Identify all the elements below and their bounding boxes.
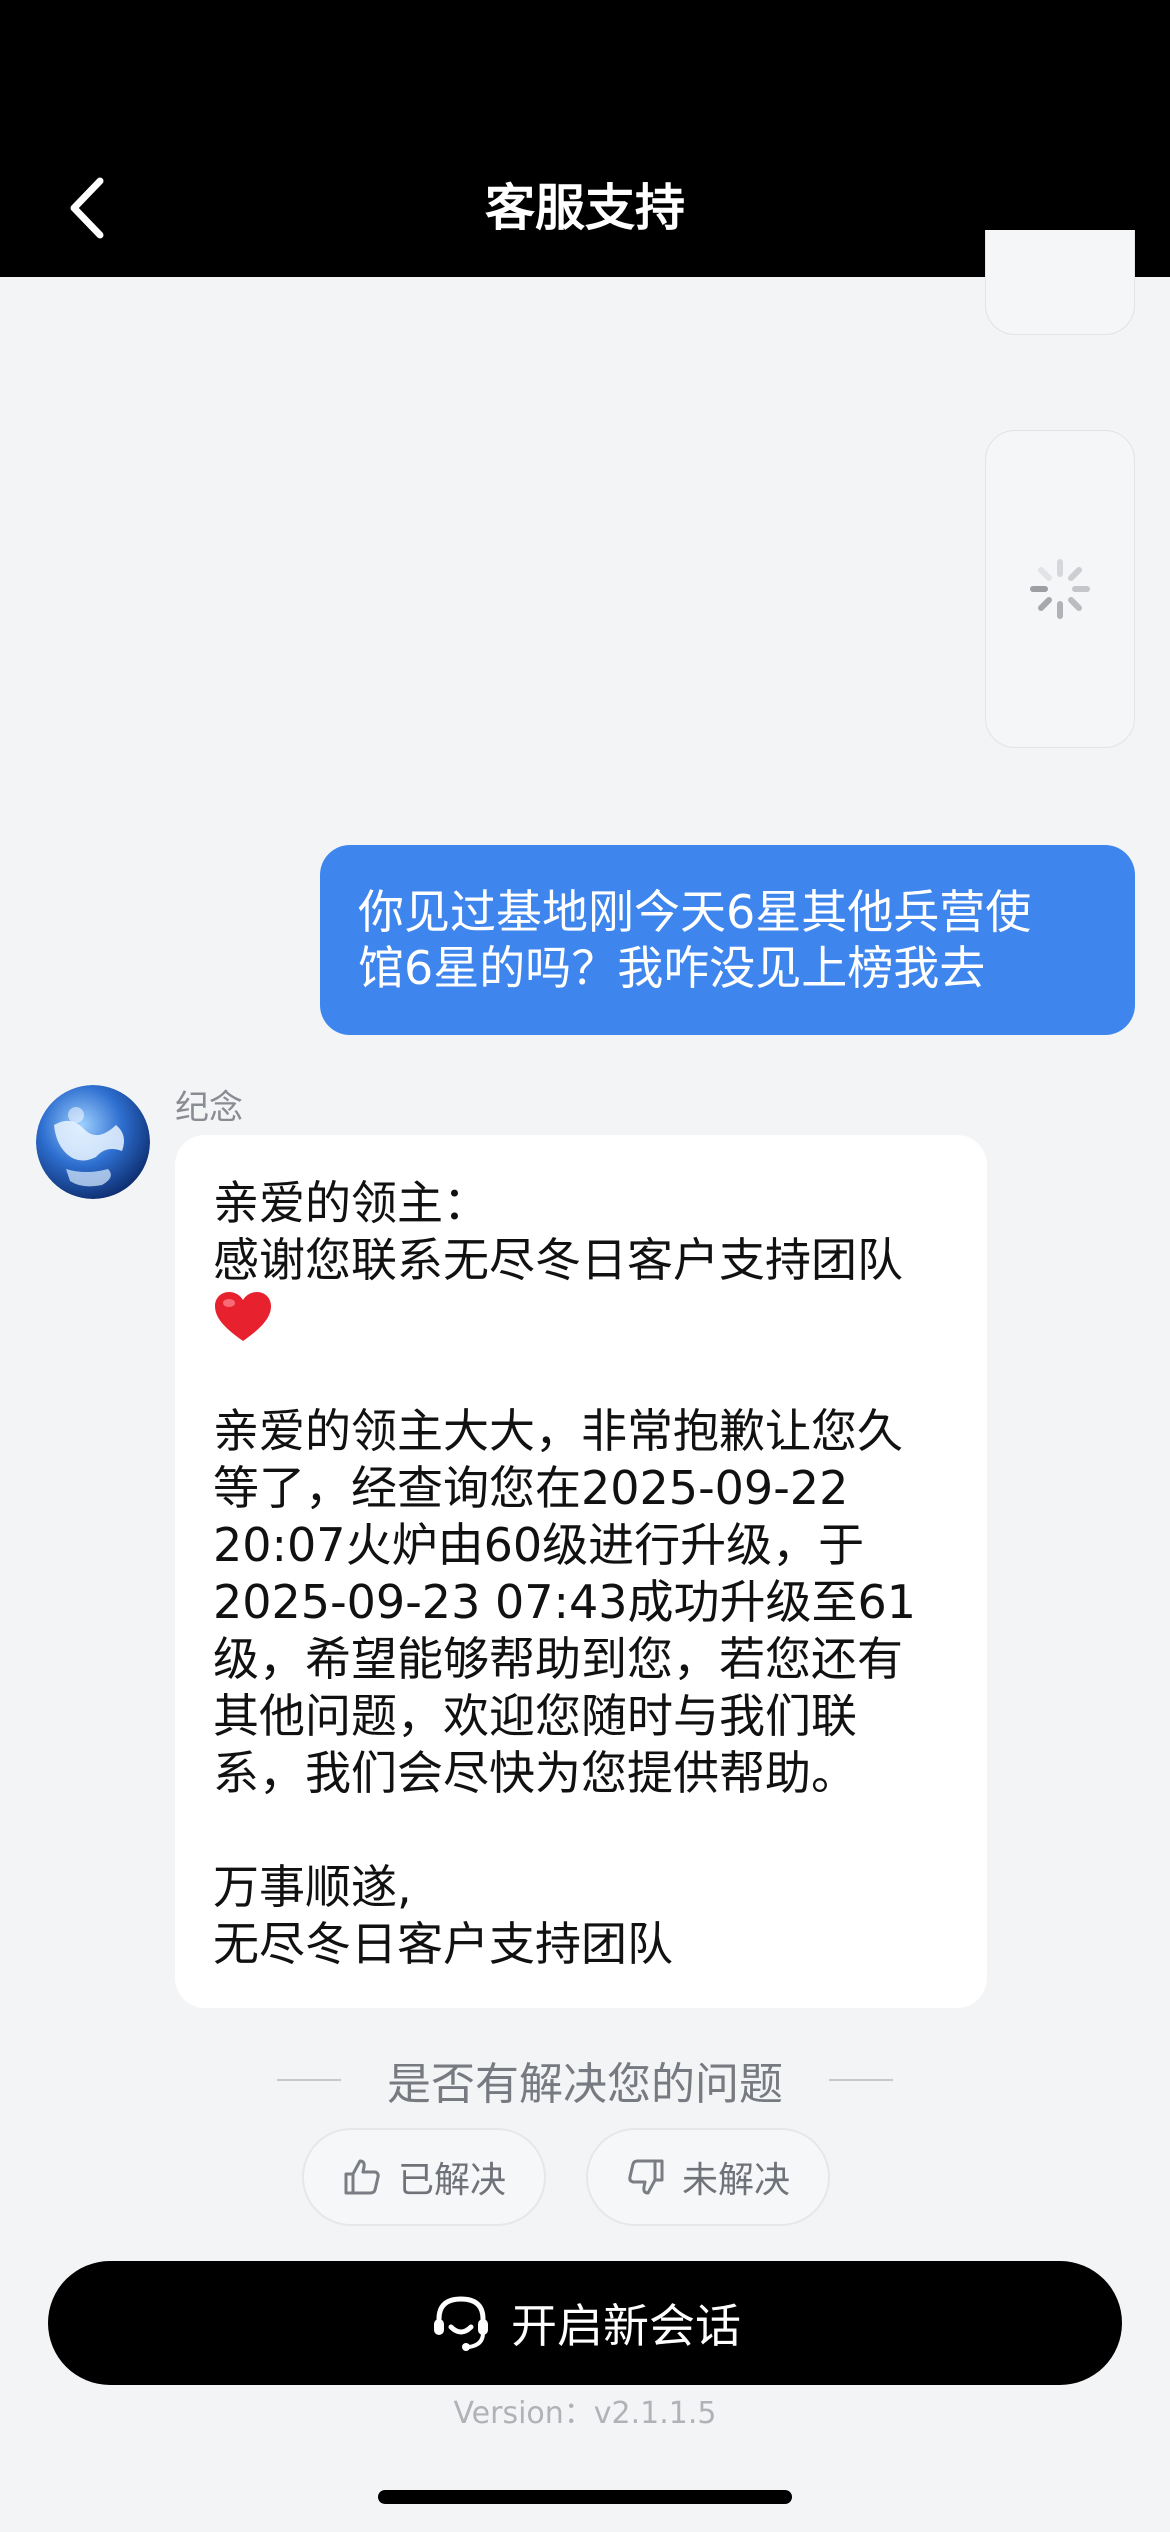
new-chat-label: 开启新会话 [511,2299,741,2353]
agent-signature: 无尽冬日客户支持团队 [213,1917,673,1971]
unresolved-label: 未解决 [681,2160,790,2201]
resolved-label: 已解决 [397,2160,506,2201]
user-message-bubble[interactable]: 你见过基地刚今天6星其他兵营使 馆6星的吗？我咋没见上榜我去 [320,845,1135,1035]
new-chat-button[interactable]: 开启新会话 [48,2261,1122,2385]
agent-message-bubble[interactable]: 亲爱的领主： 感谢您联系无尽冬日客户支持团队 亲爱的领主大大，非常抱歉让您久 等… [175,1135,987,2008]
feedback-prompt: 是否有解决您的问题 [0,2045,1170,2115]
home-indicator[interactable] [378,2490,792,2504]
feedback-question: 是否有解决您的问题 [387,2059,783,2110]
agent-signoff: 万事顺遂, [213,1860,412,1914]
user-message-line: 馆6星的吗？我咋没见上榜我去 [358,941,986,995]
agent-avatar[interactable] [36,1085,150,1199]
heart-icon [213,1289,273,1346]
resolved-button[interactable]: 已解决 [302,2128,546,2226]
image-attachment-loading[interactable] [985,430,1135,748]
divider-line [277,2079,341,2081]
agent-message-line: 亲爱的领主大大，非常抱歉让您久 [213,1404,903,1458]
globe-avatar-icon [36,1085,150,1199]
user-message-line: 你见过基地刚今天6星其他兵营使 [358,885,1032,939]
agent-message-line: 2025-09-23 07:43成功升级至61 [213,1575,917,1629]
agent-message-line: 20:07火炉由60级进行升级，于 [213,1518,865,1572]
version-text: Version：v2.1.1.5 [453,2396,717,2431]
agent-message-line: 系，我们会尽快为您提供帮助。 [213,1746,857,1800]
loading-spinner-icon [1030,559,1090,619]
unresolved-button[interactable]: 未解决 [586,2128,830,2226]
image-attachment[interactable] [985,230,1135,335]
agent-message-line: 其他问题，欢迎您随时与我们联 [213,1689,857,1743]
agent-message-line: 亲爱的领主： [213,1176,489,1230]
headset-icon [434,2296,488,2351]
agent-message-line: 级，希望能够帮助到您，若您还有 [213,1632,903,1686]
agent-name: 纪念 [175,1088,243,1128]
agent-message-line: 等了，经查询您在2025-09-22 [213,1461,849,1515]
thumbs-up-icon [344,2159,380,2195]
agent-message-line: 感谢您联系无尽冬日客户支持团队 [213,1233,903,1287]
thumbs-down-icon [628,2159,664,2195]
divider-line [829,2079,893,2081]
